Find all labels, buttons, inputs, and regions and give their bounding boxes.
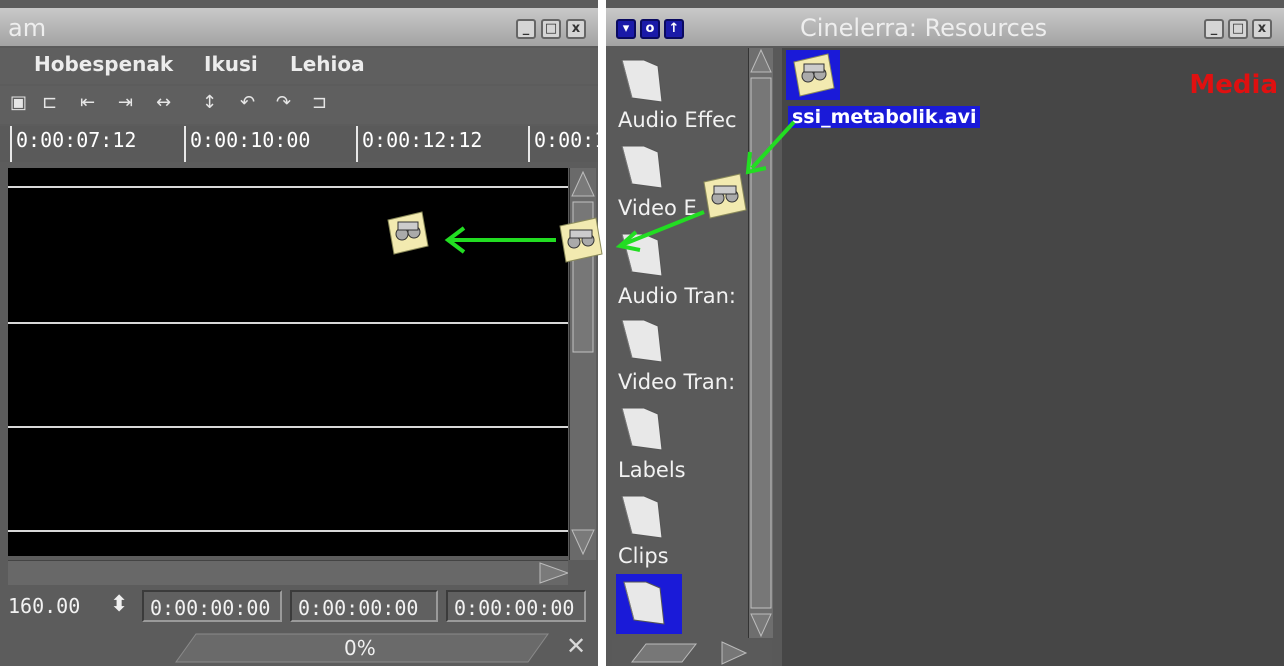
drag-arrows (444, 120, 796, 254)
